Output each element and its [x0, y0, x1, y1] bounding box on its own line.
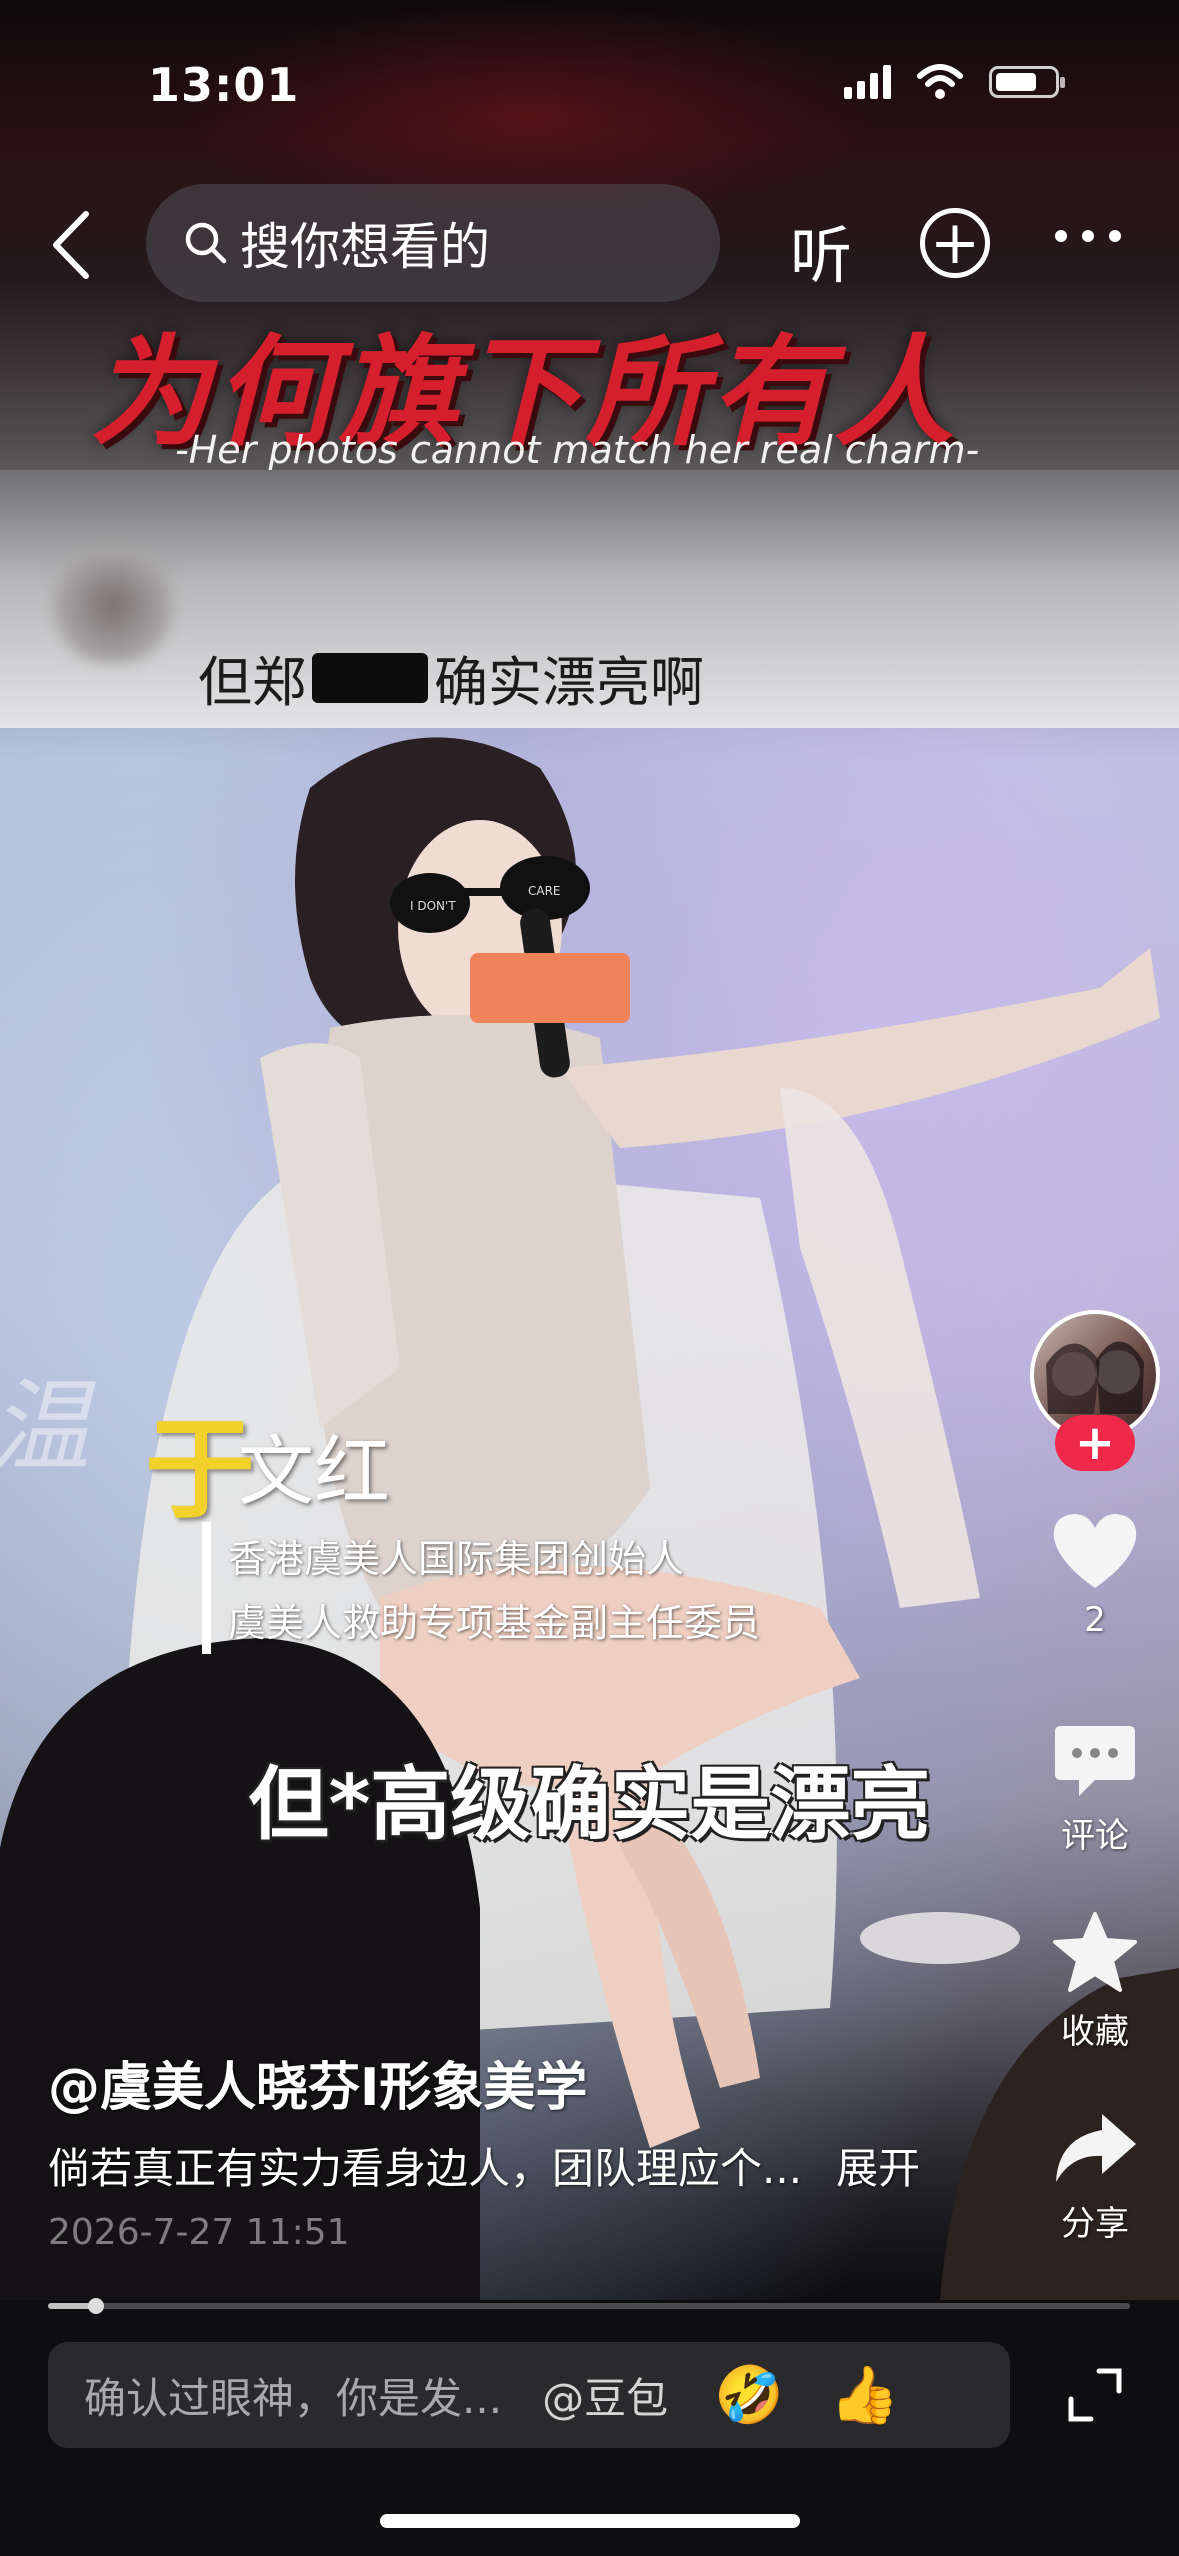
- status-icons: [844, 64, 1065, 100]
- dot-icon: [1082, 230, 1094, 242]
- battery-icon: [989, 66, 1065, 98]
- svg-text:CARE: CARE: [528, 884, 561, 898]
- speaker-title-2: 虞美人救助专项基金副主任委员: [228, 1601, 761, 1645]
- follow-button[interactable]: +: [1055, 1415, 1135, 1471]
- fullscreen-button[interactable]: [1065, 2365, 1125, 2425]
- title-accent-bar: [202, 1522, 211, 1654]
- mention-doubao[interactable]: @豆包: [542, 2365, 668, 2426]
- status-time: 13:01: [148, 58, 300, 112]
- laughing-emoji-icon[interactable]: 🤣: [714, 2362, 784, 2428]
- comment-label: 评论: [1061, 1816, 1129, 1856]
- comment-input[interactable]: 确认过眼神，你是发... @豆包 🤣 👍: [48, 2342, 1010, 2448]
- redaction-block: [312, 652, 428, 703]
- post-description: 倘若真正有实力看身边人，团队理应个... 展开: [48, 2135, 920, 2196]
- heart-icon: [1053, 1514, 1137, 1588]
- chevron-left-icon: [53, 211, 89, 279]
- description-text: 倘若真正有实力看身边人，团队理应个...: [48, 2144, 803, 2193]
- dot-icon: [1055, 230, 1067, 242]
- like-count: 2: [1084, 1600, 1106, 1640]
- cellular-signal-icon: [844, 65, 891, 99]
- video-subhead: -Her photos cannot match her real charm-: [175, 428, 980, 472]
- wifi-icon: [917, 64, 963, 99]
- comment-prefix: 但郑: [198, 651, 306, 714]
- post-date: 2026-7-27 11:51: [48, 2212, 350, 2253]
- faint-background-text: 温: [0, 1368, 90, 1485]
- favorite-label: 收藏: [1061, 2012, 1129, 2052]
- video-subtitle: 但*高级确实是漂亮: [248, 1758, 931, 1851]
- comment-suffix: 确实漂亮啊: [434, 651, 704, 714]
- search-icon: [185, 222, 227, 264]
- quoted-comment-text: 但郑 确实漂亮啊: [198, 638, 704, 717]
- share-arrow-icon: [1056, 2114, 1136, 2182]
- back-button[interactable]: [48, 205, 108, 285]
- plus-icon: +: [929, 208, 981, 278]
- expand-link[interactable]: 展开: [836, 2135, 920, 2196]
- home-indicator[interactable]: [380, 2514, 800, 2528]
- comment-bubble-icon: [1055, 1726, 1135, 1796]
- search-placeholder: 搜你想看的: [240, 218, 490, 276]
- comment-placeholder: 确认过眼神，你是发...: [84, 2373, 503, 2423]
- add-button[interactable]: +: [920, 208, 990, 278]
- more-options-button[interactable]: [1055, 230, 1121, 242]
- thumbs-up-emoji-icon[interactable]: 👍: [830, 2362, 900, 2428]
- video-progress-bar[interactable]: [48, 2298, 1130, 2314]
- expand-icon: [1068, 2368, 1122, 2422]
- comment-button[interactable]: 评论: [1040, 1720, 1150, 1857]
- favorite-button[interactable]: 收藏: [1040, 1910, 1150, 2053]
- speaker-given-name: 文红: [238, 1427, 390, 1516]
- listen-button[interactable]: 听: [790, 205, 852, 295]
- video-screen: 13:01 搜你想看的 听 + 为何旗下所有人 -Her photos cann…: [0, 0, 1179, 2556]
- speaker-title-1: 香港虞美人国际集团创始人: [228, 1537, 685, 1581]
- star-icon: [1053, 1912, 1137, 1992]
- progress-handle[interactable]: [87, 2298, 104, 2314]
- like-button[interactable]: 2: [1040, 1510, 1150, 1640]
- dot-icon: [1109, 230, 1121, 242]
- search-input[interactable]: 搜你想看的: [146, 184, 720, 302]
- share-button[interactable]: 分享: [1040, 2108, 1150, 2245]
- share-label: 分享: [1061, 2204, 1129, 2244]
- blurred-avatar: [48, 545, 178, 665]
- svg-text:I DON'T: I DON'T: [410, 899, 456, 913]
- author-handle[interactable]: @虞美人晓芬I形象美学: [48, 2045, 587, 2120]
